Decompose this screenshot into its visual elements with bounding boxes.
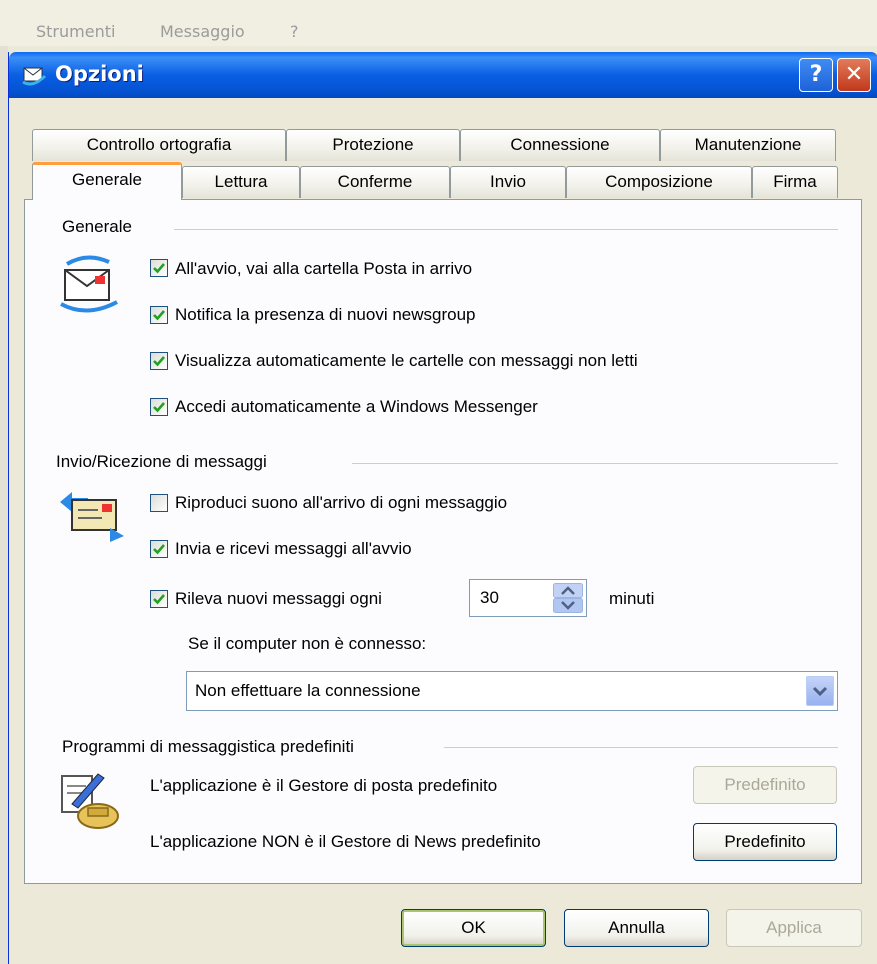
tab-invio[interactable]: Invio (450, 166, 566, 198)
tab-conferme[interactable]: Conferme (300, 166, 450, 198)
set-default-news-button[interactable]: Predefinito (693, 823, 837, 861)
menu-bar: Strumenti Messaggio ? (0, 0, 877, 46)
menu-item-help[interactable]: ? (290, 22, 299, 41)
spinner-arrows-icon[interactable] (553, 583, 583, 613)
ok-button[interactable]: OK (401, 909, 546, 947)
interval-value[interactable]: 30 (480, 588, 499, 608)
not-connected-value: Non effettuare la connessione (195, 681, 421, 700)
tab-manutenzione[interactable]: Manutenzione (660, 129, 836, 161)
background-window-edge (0, 0, 8, 964)
chevron-down-icon (812, 686, 828, 697)
tab-generale[interactable]: Generale (32, 162, 182, 200)
tab-connessione[interactable]: Connessione (460, 129, 660, 161)
menu-item-messaggio[interactable]: Messaggio (160, 22, 245, 41)
tab-protezione[interactable]: Protezione (286, 129, 460, 161)
close-button[interactable]: ✕ (837, 58, 871, 92)
title-bar[interactable]: Opzioni ? ✕ (9, 52, 877, 98)
dialog-title: Opzioni (55, 62, 144, 86)
not-connected-dropdown[interactable]: Non effettuare la connessione (186, 671, 838, 711)
tab-lettura[interactable]: Lettura (182, 166, 300, 198)
tab-firma[interactable]: Firma (752, 166, 838, 198)
help-button[interactable]: ? (799, 58, 833, 92)
menu-item-strumenti[interactable]: Strumenti (36, 22, 115, 41)
interval-spinner[interactable]: 30 (469, 579, 587, 617)
cancel-button[interactable]: Annulla (564, 909, 709, 947)
tab-composizione[interactable]: Composizione (566, 166, 752, 198)
tab-controllo-ortografia[interactable]: Controllo ortografia (32, 129, 286, 161)
dropdown-button[interactable] (806, 676, 834, 706)
outlook-express-icon (22, 67, 47, 86)
tab-panel-generale (24, 199, 862, 884)
